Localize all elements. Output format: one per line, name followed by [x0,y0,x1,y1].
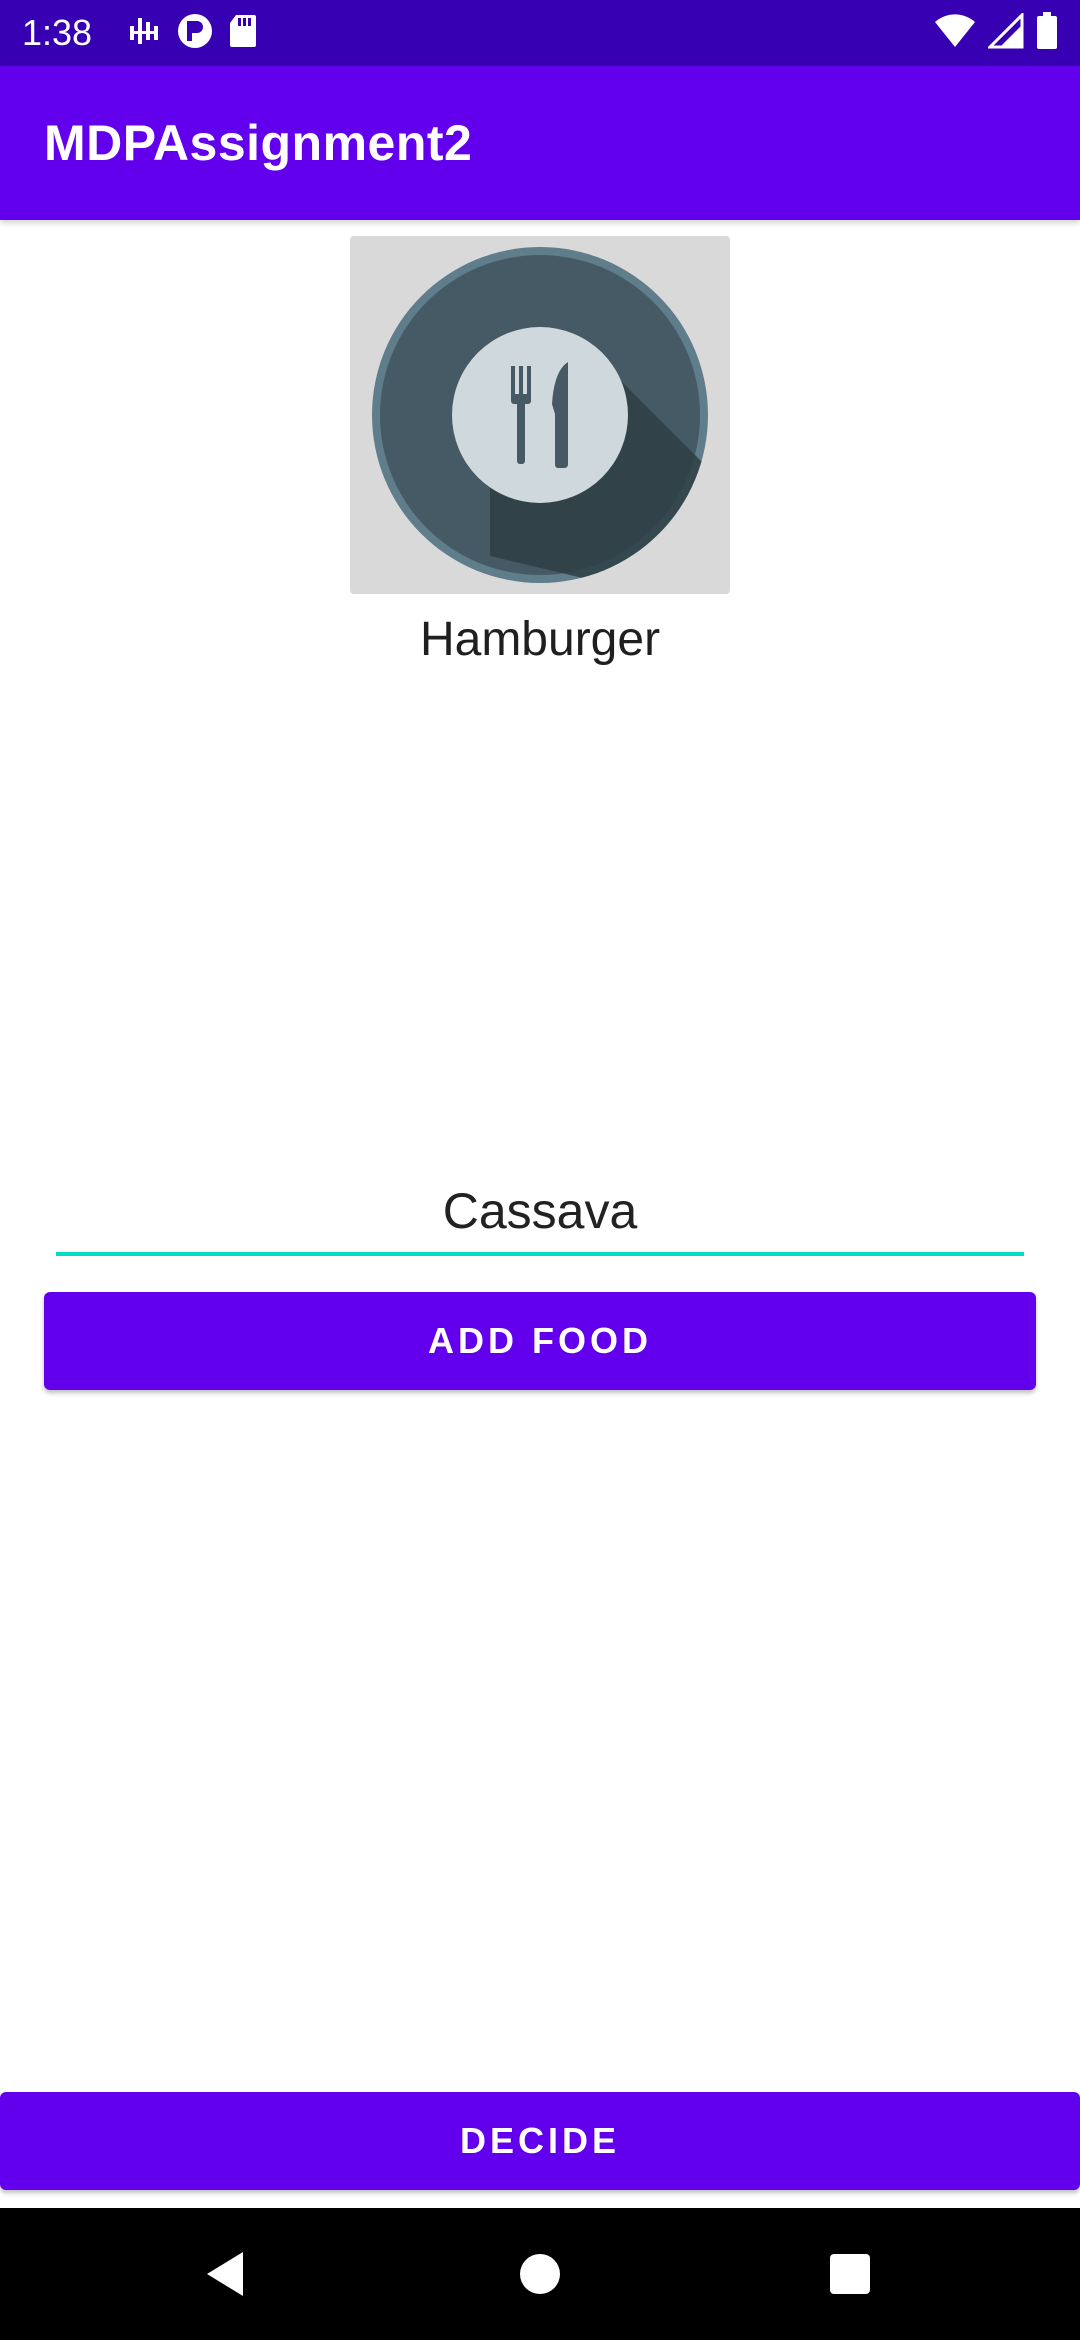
food-image [350,236,730,594]
plate-fork-knife-icon [350,247,730,594]
food-input[interactable] [56,1170,1024,1256]
back-icon[interactable] [195,2244,255,2304]
status-bar: 1:38 [0,0,1080,66]
app-title: MDPAssignment2 [44,115,473,171]
cell-signal-icon [986,10,1024,54]
navigation-bar [0,2208,1080,2340]
status-icons-left [128,12,258,55]
food-name-label: Hamburger [419,613,661,666]
add-food-button-label: ADD FOOD [428,1320,652,1361]
add-food-button[interactable]: ADD FOOD [44,1292,1036,1390]
app-bar: MDPAssignment2 [0,66,1080,220]
status-icons-right [934,10,1058,55]
decide-button[interactable]: DECIDE [0,2092,1080,2190]
signal-tower-icon [128,14,162,53]
circle-p-icon [176,12,214,55]
status-time: 1:38 [22,12,93,53]
wifi-icon [934,13,976,54]
sd-card-icon [228,13,258,54]
decide-button-label: DECIDE [459,2120,621,2161]
battery-icon [1036,11,1058,55]
recents-icon[interactable] [820,2244,880,2304]
home-icon[interactable] [510,2244,570,2304]
screen: 1:38 MDPAssignment2 Hamburger Cassava AD… [0,0,1080,2340]
